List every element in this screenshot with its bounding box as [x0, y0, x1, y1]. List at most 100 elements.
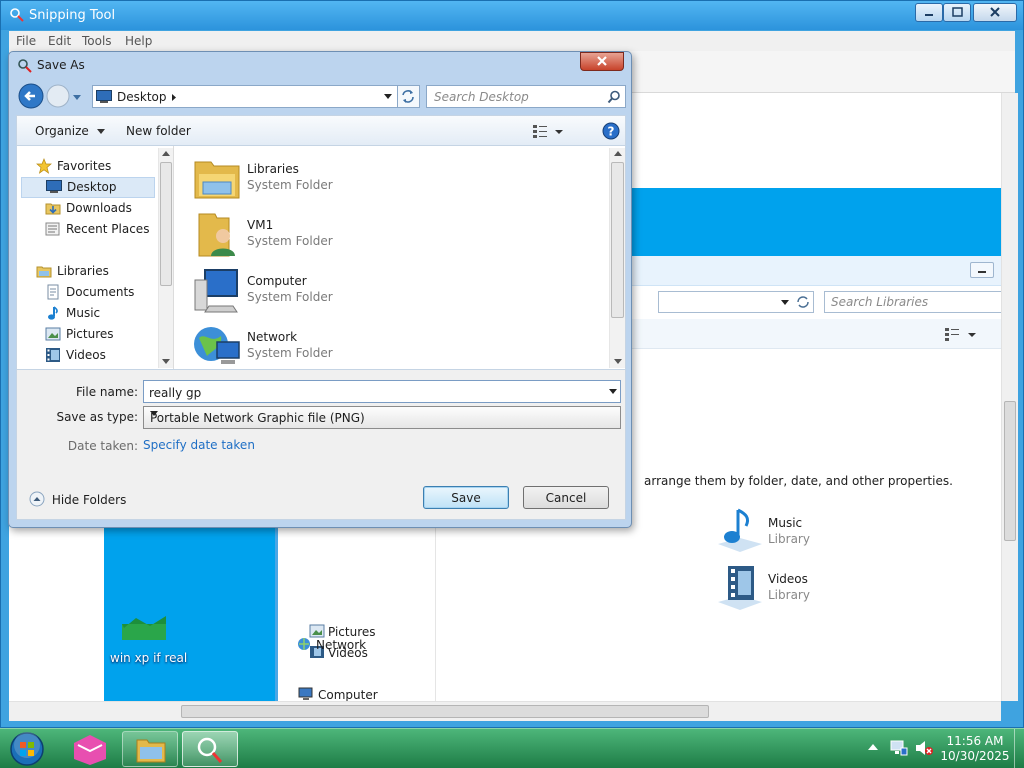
snipping-tool-title: Snipping Tool	[29, 8, 116, 23]
captured-view-icon	[944, 326, 980, 342]
show-hidden-icons[interactable]	[868, 743, 878, 751]
recent-locations-arrow-icon[interactable]	[72, 93, 82, 101]
specify-date-taken-link[interactable]: Specify date taken	[143, 438, 255, 452]
menu-help[interactable]: Help	[125, 34, 152, 48]
taskbar-clock[interactable]: 11:56 AM 10/30/2025	[940, 734, 1010, 764]
libraries-folder-large-icon	[193, 154, 241, 202]
desktop-icon-label: win xp if real	[110, 651, 188, 665]
save-as-type-value: Portable Network Graphic file (PNG)	[150, 411, 365, 425]
desktop-icon	[46, 180, 62, 194]
save-as-app-icon	[17, 58, 33, 74]
file-name-dropdown-icon[interactable]	[609, 389, 617, 394]
videos-icon	[45, 347, 61, 363]
music-icon	[45, 305, 61, 321]
file-list-scrollbar[interactable]	[609, 148, 625, 368]
date-taken-label: Date taken:	[67, 439, 138, 453]
snip-hscroll-thumb[interactable]	[181, 705, 709, 718]
network-large-icon	[193, 322, 241, 370]
save-as-type-label: Save as type:	[56, 410, 138, 424]
desktop-icon-image	[122, 614, 166, 640]
captured-computer-icon	[298, 687, 316, 701]
forward-button[interactable]	[46, 84, 70, 108]
nav-item-desktop[interactable]: Desktop	[21, 177, 155, 198]
explorer-folder-icon	[136, 739, 166, 763]
back-button[interactable]	[18, 83, 44, 109]
file-name-libraries: Libraries	[247, 162, 299, 176]
address-dropdown-icon[interactable]	[384, 94, 392, 99]
search-icon	[607, 90, 621, 104]
start-button[interactable]	[8, 731, 46, 767]
taskbar-explorer[interactable]	[122, 731, 178, 767]
save-as-dialog: Save As Desktop Search Desktop Organize …	[8, 51, 632, 528]
dialog-fields-area: File name: Save as type: Portable Networ…	[16, 370, 626, 520]
collapse-up-icon	[29, 491, 45, 507]
search-placeholder: Search Desktop	[434, 90, 529, 104]
videos-library-name: Videos	[768, 572, 808, 586]
close-button[interactable]	[973, 3, 1017, 22]
documents-icon	[45, 284, 61, 300]
new-folder-button[interactable]: New folder	[126, 124, 191, 138]
hide-folders-label: Hide Folders	[51, 493, 127, 507]
snip-vscroll-thumb[interactable]	[1004, 401, 1016, 541]
nav-pane-scrollbar[interactable]	[158, 148, 173, 368]
videos-library-type: Library	[768, 588, 810, 602]
menu-tools[interactable]: Tools	[82, 34, 112, 48]
snip-vertical-scrollbar[interactable]	[1001, 93, 1018, 701]
minimize-button[interactable]	[915, 3, 943, 22]
maximize-button[interactable]	[943, 3, 971, 22]
pictures-icon	[45, 326, 61, 342]
search-desktop-input[interactable]: Search Desktop	[426, 85, 626, 108]
file-type-libraries: System Folder	[247, 178, 333, 192]
refresh-button[interactable]	[398, 85, 420, 108]
cancel-button[interactable]: Cancel	[523, 486, 609, 509]
menu-file[interactable]: File	[16, 34, 36, 48]
organize-menu[interactable]: Organize	[35, 124, 105, 138]
file-name-computer: Computer	[247, 274, 307, 288]
menu-edit[interactable]: Edit	[48, 34, 71, 48]
show-desktop-button[interactable]	[1014, 729, 1024, 768]
hide-folders-toggle[interactable]: Hide Folders	[29, 491, 126, 507]
captured-arrange-text: arrange them by folder, date, and other …	[644, 474, 953, 488]
file-list-scroll-thumb[interactable]	[611, 162, 624, 318]
network-tray-icon[interactable]	[890, 740, 908, 756]
file-type-computer: System Folder	[247, 290, 333, 304]
save-as-type-dropdown-icon	[150, 411, 158, 416]
file-item-vm1[interactable]: VM1 System Folder	[193, 206, 493, 262]
captured-network-icon	[296, 636, 312, 652]
captured-minimize-icon	[970, 262, 994, 278]
videos-library-icon	[716, 564, 764, 610]
file-name-input[interactable]	[143, 380, 621, 403]
file-item-network[interactable]: Network System Folder	[193, 318, 493, 374]
favorites-star-icon	[36, 158, 52, 174]
help-icon[interactable]: ?	[602, 122, 620, 140]
address-chevron-icon[interactable]	[171, 93, 177, 102]
captured-nav-computer: Computer	[318, 688, 378, 701]
volume-muted-icon[interactable]	[914, 740, 934, 756]
clock-date: 10/30/2025	[940, 749, 1010, 763]
dialog-navigation-bar: Desktop Search Desktop	[16, 82, 626, 112]
taskbar-app-pink[interactable]	[62, 731, 118, 767]
music-library-type: Library	[768, 532, 810, 546]
save-button[interactable]: Save	[423, 486, 509, 509]
snipping-tool-menubar: File Edit Tools Help	[9, 31, 1015, 51]
file-item-computer[interactable]: Computer System Folder	[193, 262, 493, 318]
captured-nav-pictures: Pictures	[328, 625, 376, 639]
snip-horizontal-scrollbar[interactable]	[9, 701, 1001, 721]
save-as-type-select[interactable]: Portable Network Graphic file (PNG)	[143, 406, 621, 429]
file-type-vm1: System Folder	[247, 234, 333, 248]
dialog-command-bar: Organize New folder ?	[16, 115, 626, 146]
taskbar-snipping-tool[interactable]	[182, 731, 238, 767]
file-item-libraries[interactable]: Libraries System Folder	[193, 150, 493, 206]
pane-splitter[interactable]	[173, 146, 174, 369]
file-name-network: Network	[247, 330, 298, 344]
captured-refresh-icon	[795, 294, 811, 310]
snipping-tool-titlebar[interactable]: Snipping Tool	[1, 1, 1023, 30]
music-library-name: Music	[768, 516, 803, 530]
snipping-tool-taskbar-icon	[197, 737, 223, 763]
file-name-vm1: VM1	[247, 218, 274, 232]
dialog-close-button[interactable]	[580, 52, 624, 71]
change-view-icon[interactable]	[532, 123, 566, 139]
address-bar[interactable]: Desktop	[92, 85, 398, 108]
nav-pane-scroll-thumb[interactable]	[160, 162, 172, 286]
music-library-icon	[716, 508, 764, 552]
